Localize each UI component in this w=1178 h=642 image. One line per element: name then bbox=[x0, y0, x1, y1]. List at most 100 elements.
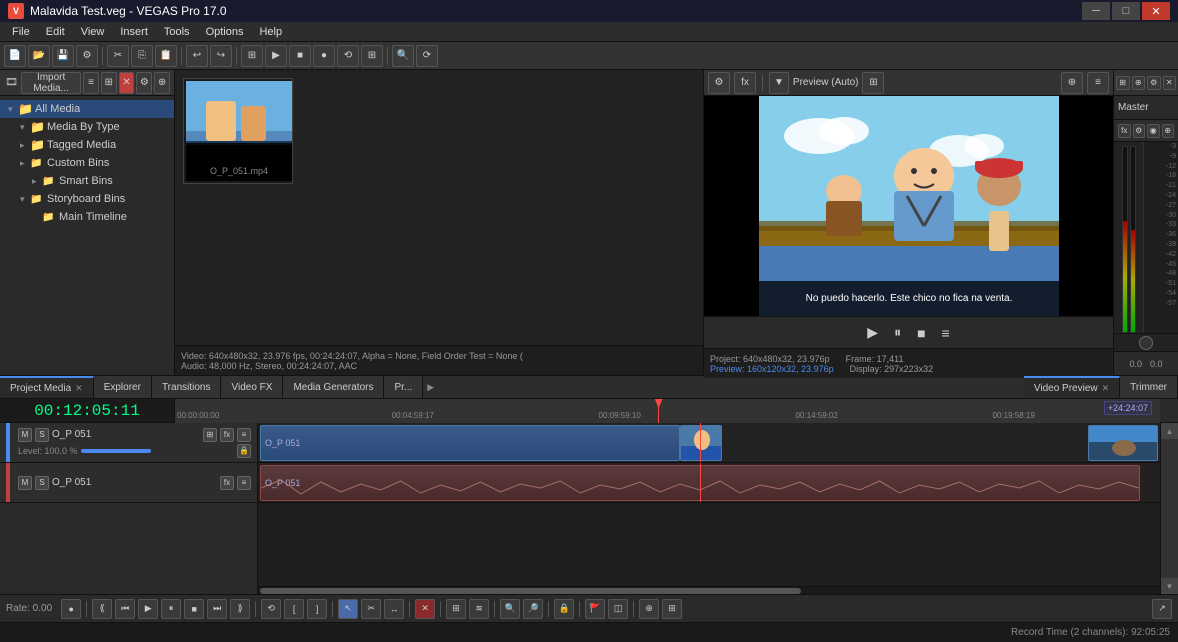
left-tb-extra[interactable]: ⊕ bbox=[154, 72, 170, 94]
tree-item-storyboard-bins[interactable]: ▾ 📁 Storyboard Bins bbox=[0, 190, 174, 208]
menu-options[interactable]: Options bbox=[198, 24, 252, 40]
zoom-out-button[interactable]: ⟳ bbox=[416, 45, 438, 67]
bt-fastfwd-btn[interactable]: ⟫ bbox=[230, 599, 250, 619]
tab-media-generators[interactable]: Media Generators bbox=[283, 376, 384, 398]
bt-record-btn[interactable]: ● bbox=[61, 599, 81, 619]
tab-project-media[interactable]: Project Media ✕ bbox=[0, 376, 94, 398]
zoom-button[interactable]: 🔍 bbox=[392, 45, 414, 67]
render-button[interactable]: ▶ bbox=[265, 45, 287, 67]
import-media-button[interactable]: Import Media... bbox=[21, 72, 81, 94]
bt-zoomout-btn[interactable]: 🔎 bbox=[523, 599, 543, 619]
mixer-btn2[interactable]: ⊕ bbox=[1132, 76, 1146, 90]
bt-stepfwd-btn[interactable]: ⏭ bbox=[207, 599, 227, 619]
tab-arrow-right[interactable]: ▶ bbox=[423, 382, 438, 393]
preview-stop-button[interactable]: ■ bbox=[913, 323, 929, 343]
menu-edit[interactable]: Edit bbox=[38, 24, 73, 40]
track-audio-fx-btn[interactable]: fx bbox=[220, 476, 234, 490]
bt-ripple-btn[interactable]: ≋ bbox=[469, 599, 489, 619]
bt-lock-btn[interactable]: 🔒 bbox=[554, 599, 574, 619]
vscroll-down[interactable]: ▼ bbox=[1161, 578, 1178, 594]
left-tb-settings[interactable]: ⚙ bbox=[136, 72, 152, 94]
bt-region-btn[interactable]: ◫ bbox=[608, 599, 628, 619]
tab-trimmer[interactable]: Trimmer bbox=[1120, 376, 1178, 398]
video-clip-thumb1[interactable] bbox=[680, 425, 722, 461]
bt-inpoint-btn[interactable]: [ bbox=[284, 599, 304, 619]
video-clip-main[interactable]: O_P 051 bbox=[260, 425, 680, 461]
menu-view[interactable]: View bbox=[73, 24, 113, 40]
preview-dropdown-btn[interactable]: ▼ bbox=[769, 72, 789, 94]
tab-project-media-close[interactable]: ✕ bbox=[75, 383, 83, 394]
tab-pr[interactable]: Pr... bbox=[384, 376, 423, 398]
mixer-fx-btn3[interactable]: ◉ bbox=[1147, 124, 1160, 138]
preview-menu-button[interactable]: ≡ bbox=[938, 323, 954, 343]
bt-end-btn[interactable]: ↗ bbox=[1152, 599, 1172, 619]
close-button[interactable]: ✕ bbox=[1142, 2, 1170, 20]
bt-ext-btn[interactable]: ⊞ bbox=[662, 599, 682, 619]
record-button[interactable]: ● bbox=[313, 45, 335, 67]
mixer-btn1[interactable]: ⊞ bbox=[1116, 76, 1130, 90]
cut-button[interactable]: ✂ bbox=[107, 45, 129, 67]
tab-video-preview-close[interactable]: ✕ bbox=[1102, 383, 1110, 394]
timeline-hscroll[interactable] bbox=[258, 586, 1160, 594]
bt-cursor-btn[interactable]: ↖ bbox=[338, 599, 358, 619]
mixer-pan-knob[interactable] bbox=[1139, 336, 1153, 350]
mixer-fx-btn4[interactable]: ⊕ bbox=[1162, 124, 1175, 138]
track-mute-btn[interactable]: M bbox=[18, 428, 32, 442]
track-fx-btn[interactable]: fx bbox=[220, 428, 234, 442]
copy-button[interactable]: ⎘ bbox=[131, 45, 153, 67]
paste-button[interactable]: 📋 bbox=[155, 45, 177, 67]
bt-marker-btn[interactable]: 🚩 bbox=[585, 599, 605, 619]
left-tb-close[interactable]: ✕ bbox=[119, 72, 135, 94]
video-clip-thumb2[interactable] bbox=[1088, 425, 1158, 461]
timeline-ruler-area[interactable]: +24:24:07 00:00:00:00 00:04:59:17 00:09:… bbox=[175, 399, 1160, 423]
mixer-fx-btn2[interactable]: ⚙ bbox=[1133, 124, 1146, 138]
tree-item-main-timeline[interactable]: 📁 Main Timeline bbox=[0, 208, 174, 226]
bt-play-btn[interactable]: ▶ bbox=[138, 599, 158, 619]
menu-help[interactable]: Help bbox=[251, 24, 290, 40]
track-menu-btn[interactable]: ≡ bbox=[237, 428, 251, 442]
bt-stop-btn[interactable]: ■ bbox=[184, 599, 204, 619]
tab-video-preview[interactable]: Video Preview ✕ bbox=[1024, 376, 1120, 398]
stop-button[interactable]: ■ bbox=[289, 45, 311, 67]
minimize-button[interactable]: ─ bbox=[1082, 2, 1110, 20]
tab-explorer[interactable]: Explorer bbox=[94, 376, 152, 398]
bt-delete-btn[interactable]: ✕ bbox=[415, 599, 435, 619]
track1-level-slider[interactable] bbox=[81, 449, 151, 453]
preview-extra-btn2[interactable]: ≡ bbox=[1087, 72, 1109, 94]
preview-extra-btn1[interactable]: ⊕ bbox=[1061, 72, 1083, 94]
preview-fx-btn[interactable]: fx bbox=[734, 72, 756, 94]
tree-item-tagged-media[interactable]: ▸ 📁 Tagged Media bbox=[0, 136, 174, 154]
bt-edit-btn[interactable]: ✂ bbox=[361, 599, 381, 619]
bt-cmd-btn[interactable]: ⊕ bbox=[639, 599, 659, 619]
preview-grid-btn[interactable]: ⊞ bbox=[862, 72, 884, 94]
properties-button[interactable]: ⚙ bbox=[76, 45, 98, 67]
bt-rewind-btn[interactable]: ⟪ bbox=[92, 599, 112, 619]
bt-stepback-btn[interactable]: ⏮ bbox=[115, 599, 135, 619]
track-lock-btn[interactable]: 🔒 bbox=[237, 444, 251, 458]
loop-button[interactable]: ⟲ bbox=[337, 45, 359, 67]
tree-item-smart-bins[interactable]: ▸ 📁 Smart Bins bbox=[0, 172, 174, 190]
track-composite-btn[interactable]: ⊞ bbox=[203, 428, 217, 442]
tab-video-fx[interactable]: Video FX bbox=[221, 376, 283, 398]
tree-item-custom-bins[interactable]: ▸ 📁 Custom Bins bbox=[0, 154, 174, 172]
tab-transitions[interactable]: Transitions bbox=[152, 376, 222, 398]
track-audio-menu-btn[interactable]: ≡ bbox=[237, 476, 251, 490]
new-button[interactable]: 📄 bbox=[4, 45, 26, 67]
bt-slip-btn[interactable]: ↔ bbox=[384, 599, 404, 619]
mixer-fx-btn1[interactable]: fx bbox=[1118, 124, 1131, 138]
tree-item-media-by-type[interactable]: ▾ 📁 Media By Type bbox=[0, 118, 174, 136]
timeline-hscroll-thumb[interactable] bbox=[260, 588, 801, 594]
maximize-button[interactable]: □ bbox=[1112, 2, 1140, 20]
bt-pause-btn[interactable]: ⏸ bbox=[161, 599, 181, 619]
tree-item-all-media[interactable]: ▾ 📁 All Media bbox=[0, 100, 174, 118]
import-button[interactable]: ⊞ bbox=[241, 45, 263, 67]
bt-outpoint-btn[interactable]: ] bbox=[307, 599, 327, 619]
mixer-close[interactable]: ✕ bbox=[1163, 76, 1177, 90]
bt-snap-btn[interactable]: ⊞ bbox=[446, 599, 466, 619]
undo-button[interactable]: ↩ bbox=[186, 45, 208, 67]
preview-play-button[interactable]: ▶ bbox=[863, 322, 882, 343]
left-tb-btn1[interactable]: ≡ bbox=[83, 72, 99, 94]
save-button[interactable]: 💾 bbox=[52, 45, 74, 67]
bt-zoomin-btn[interactable]: 🔍 bbox=[500, 599, 520, 619]
preview-pause-button[interactable]: ⏸ bbox=[890, 322, 905, 343]
